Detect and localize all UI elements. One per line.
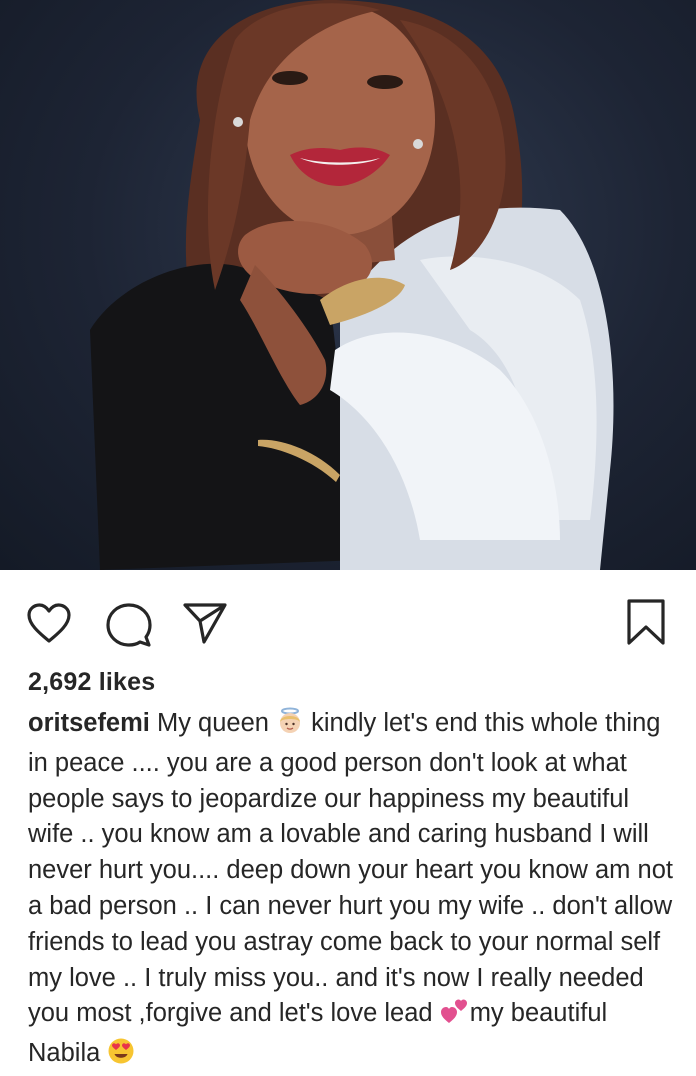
angel-emoji-icon xyxy=(276,707,304,746)
save-button[interactable] xyxy=(626,598,666,651)
paper-plane-icon xyxy=(183,603,227,644)
post-caption: oritsefemi My queen kindly let's end thi… xyxy=(28,706,678,1076)
post-photo[interactable] xyxy=(0,0,696,570)
two-hearts-emoji-icon xyxy=(440,997,470,1036)
caption-text-1: My queen xyxy=(149,709,277,737)
heart-eyes-emoji-icon xyxy=(107,1037,135,1076)
comment-button[interactable] xyxy=(106,602,152,653)
bookmark-icon xyxy=(627,599,665,645)
like-button[interactable] xyxy=(26,602,72,649)
heart-outline-icon xyxy=(27,603,71,643)
share-button[interactable] xyxy=(182,601,228,650)
likes-count[interactable]: 2,692 likes xyxy=(28,668,155,697)
post-image-illustration xyxy=(90,0,614,570)
speech-bubble-icon xyxy=(106,603,152,647)
caption-username[interactable]: oritsefemi xyxy=(28,709,150,737)
caption-text-2: kindly let's end this whole thing in pea… xyxy=(28,709,673,1028)
